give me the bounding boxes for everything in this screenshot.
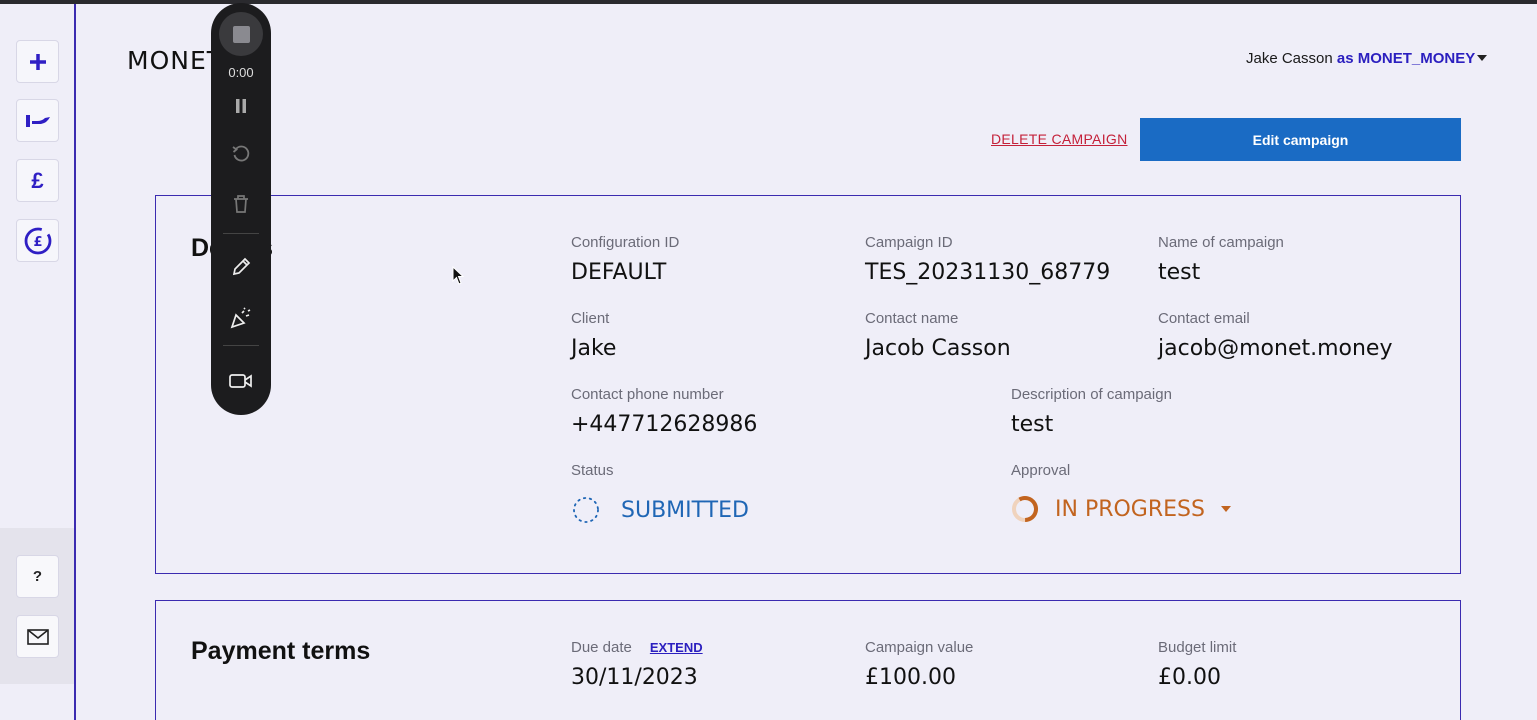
stop-recording-button[interactable] <box>211 11 271 57</box>
field-label: Approval <box>1011 462 1071 479</box>
chevron-down-icon <box>1220 506 1231 512</box>
field-value: test <box>1011 412 1054 437</box>
client-field: Client Jake <box>571 310 616 361</box>
status-text: SUBMITTED <box>621 497 749 523</box>
approval-text: IN PROGRESS <box>1055 496 1205 522</box>
budget-limit-field: Budget limit £0.00 <box>1158 639 1236 690</box>
sidebar-item-budget[interactable]: £ <box>16 219 59 262</box>
contact-phone-field: Contact phone number +447712628986 <box>571 386 757 437</box>
field-label: Due date EXTEND <box>571 639 703 656</box>
toolbar-divider <box>223 233 259 234</box>
field-label: Campaign ID <box>865 234 953 251</box>
field-value: Jake <box>571 336 617 361</box>
contact-email-field: Contact email jacob@monet.money <box>1158 310 1393 361</box>
pen-icon <box>232 257 251 276</box>
pause-icon <box>236 99 246 113</box>
effects-icon <box>230 307 251 329</box>
payment-terms-card: Payment terms Due date EXTEND 30/11/2023 … <box>155 600 1461 720</box>
chevron-down-icon[interactable] <box>1477 55 1487 61</box>
sidebar-item-finance[interactable]: £ <box>16 159 59 202</box>
plus-icon <box>29 53 46 70</box>
recording-timer: 0:00 <box>228 65 254 80</box>
configuration-id-field: Configuration ID DEFAULT <box>571 234 679 285</box>
user-menu[interactable]: Jake Casson as MONET_MONEY <box>1246 50 1475 67</box>
description-field: Description of campaign test <box>1011 386 1172 437</box>
sidebar: £ £ ? <box>0 4 76 720</box>
field-value: 30/11/2023 <box>571 665 698 690</box>
camera-toggle-button[interactable] <box>211 368 271 394</box>
field-label: Configuration ID <box>571 234 680 251</box>
field-value: DEFAULT <box>571 260 667 285</box>
pound-icon: £ <box>31 167 44 193</box>
toolbar-divider <box>223 345 259 346</box>
restart-icon <box>232 145 250 162</box>
field-label: Budget limit <box>1158 639 1237 656</box>
brand-logo[interactable]: MONET <box>127 46 223 75</box>
help-icon: ? <box>32 568 43 585</box>
user-account: as MONET_MONEY <box>1336 50 1476 67</box>
field-value: £100.00 <box>865 665 956 690</box>
field-value: TES_20231130_68779 <box>865 260 1111 285</box>
restart-button[interactable] <box>211 141 271 167</box>
delete-campaign-link[interactable]: DELETE CAMPAIGN <box>991 131 1128 147</box>
hand-coin-icon <box>25 114 50 127</box>
mouse-cursor-icon <box>452 266 465 285</box>
window-top-border <box>0 0 1537 4</box>
details-card: Details Configuration ID DEFAULT Campaig… <box>155 195 1461 574</box>
due-date-label: Due date <box>571 639 632 656</box>
approval-dropdown[interactable]: IN PROGRESS <box>1011 495 1231 523</box>
field-label: Contact email <box>1158 310 1250 327</box>
progress-ring-icon <box>1012 495 1038 522</box>
approval-field: Approval IN PROGRESS <box>1011 462 1231 523</box>
field-value: jacob@monet.money <box>1158 336 1393 361</box>
draw-button[interactable] <box>211 254 271 280</box>
field-value: £0.00 <box>1158 665 1221 690</box>
sidebar-item-payments[interactable] <box>16 99 59 142</box>
sidebar-item-new-campaign[interactable] <box>16 40 59 83</box>
field-value: Jacob Casson <box>865 336 1011 361</box>
sidebar-footer: ? <box>0 528 74 684</box>
pause-button[interactable] <box>211 93 271 119</box>
campaign-value-field: Campaign value £100.00 <box>865 639 973 690</box>
campaign-name-field: Name of campaign test <box>1158 234 1284 285</box>
field-label: Client <box>571 310 610 327</box>
status-field: Status SUBMITTED <box>571 462 749 525</box>
field-label: Campaign value <box>865 639 974 656</box>
field-label: Contact name <box>865 310 959 327</box>
field-label: Description of campaign <box>1011 386 1172 403</box>
due-date-field: Due date EXTEND 30/11/2023 <box>571 639 703 690</box>
field-label: Status <box>571 462 614 479</box>
svg-text:£: £ <box>33 235 42 250</box>
status-badge: SUBMITTED <box>571 495 749 525</box>
user-name: Jake Casson <box>1246 50 1333 67</box>
stop-icon <box>219 12 263 56</box>
field-value: test <box>1158 260 1201 285</box>
field-label: Contact phone number <box>571 386 724 403</box>
contact-name-field: Contact name Jacob Casson <box>865 310 1011 361</box>
field-value: +447712628986 <box>571 412 758 437</box>
payment-terms-title: Payment terms <box>191 637 371 665</box>
effects-button[interactable] <box>211 305 271 331</box>
screen-recorder-toolbar: 0:00 <box>211 3 271 415</box>
mail-icon <box>26 628 49 645</box>
edit-campaign-button[interactable]: Edit campaign <box>1140 118 1461 161</box>
delete-recording-button[interactable] <box>211 191 271 217</box>
field-label: Name of campaign <box>1158 234 1284 251</box>
extend-link[interactable]: EXTEND <box>650 640 703 655</box>
pound-circle-icon: £ <box>24 227 51 254</box>
campaign-id-field: Campaign ID TES_20231130_68779 <box>865 234 1110 285</box>
spinner-icon <box>573 497 599 523</box>
camera-icon <box>229 374 252 388</box>
trash-icon <box>234 195 248 213</box>
messages-button[interactable] <box>16 615 59 658</box>
help-button[interactable]: ? <box>16 555 59 598</box>
